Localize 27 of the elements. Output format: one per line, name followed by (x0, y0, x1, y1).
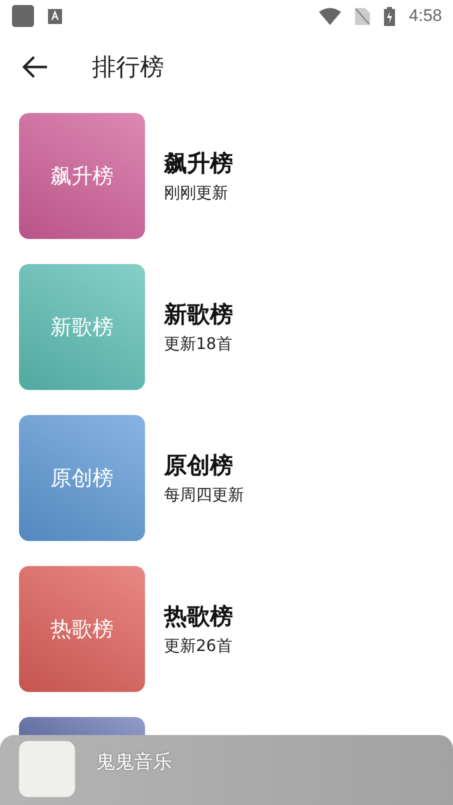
no-sim-icon (354, 8, 370, 24)
chart-update-info: 更新18首 (164, 334, 233, 355)
chart-cover[interactable]: 热歌榜 (19, 566, 145, 692)
chart-title: 热歌榜 (164, 603, 233, 632)
back-button[interactable] (22, 54, 48, 80)
cover-label: 热歌榜 (50, 616, 114, 643)
album-thumbnail (19, 741, 75, 797)
cover-label: 飙升榜 (50, 163, 114, 190)
chart-cover[interactable]: 新歌榜 (19, 264, 145, 390)
chart-title: 飙升榜 (164, 150, 233, 179)
page-title: 排行榜 (92, 52, 164, 83)
mini-player-bar[interactable]: 鬼鬼音乐 (0, 735, 453, 805)
clock-time: 4:58 (408, 6, 442, 26)
chart-cover[interactable]: 飙升榜 (19, 113, 145, 239)
chart-update-info: 更新26首 (164, 636, 233, 657)
cover-label: 原创榜 (50, 465, 114, 492)
wifi-icon (318, 8, 341, 24)
chart-title: 新歌榜 (164, 301, 233, 330)
chart-update-info: 每周四更新 (164, 485, 244, 506)
chart-cover[interactable]: 原创榜 (19, 415, 145, 541)
battery-icon (384, 6, 395, 26)
keyboard-icon (48, 8, 62, 24)
song-title: 鬼鬼音乐 (96, 750, 172, 775)
cover-label: 新歌榜 (50, 314, 114, 341)
chart-title: 原创榜 (164, 452, 234, 481)
app-icon (12, 5, 34, 27)
chart-update-info: 刚刚更新 (164, 183, 229, 204)
